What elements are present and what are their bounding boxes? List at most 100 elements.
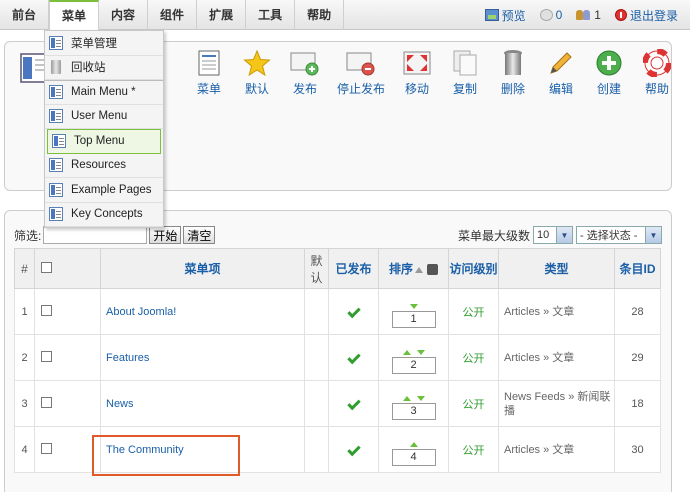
help-button[interactable]: 帮助 (633, 48, 681, 97)
select-all-checkbox[interactable] (41, 261, 52, 273)
dropdown-item-main-menu[interactable]: Main Menu * (45, 80, 163, 105)
users-link[interactable]: 1 (576, 8, 601, 22)
row-title-link[interactable]: Features (100, 334, 305, 381)
move-button[interactable]: 移动 (393, 48, 441, 97)
row-access[interactable]: 公开 (448, 334, 499, 381)
dropdown-item-resources[interactable]: Resources (45, 154, 163, 178)
sort-asc-icon (415, 266, 423, 273)
col-type[interactable]: 类型 (498, 248, 615, 289)
dropdown-item-label: Key Concepts (71, 208, 143, 221)
menu-menus[interactable]: 菜单 (49, 0, 100, 30)
row-number: 3 (14, 380, 35, 427)
pencil-icon (550, 52, 572, 74)
row-access[interactable]: 公开 (448, 288, 499, 335)
status-area: 预览 0 1 退出登录 (484, 0, 678, 30)
order-input[interactable]: 3 (391, 403, 436, 420)
table-row: 1 About Joomla! 1 公开 Articles » 文章 28 (14, 288, 661, 335)
delete-label: 删除 (500, 82, 525, 96)
dropdown-item-trash[interactable]: 回收站 (45, 56, 163, 80)
dropdown-item-example-pages[interactable]: Example Pages (45, 178, 163, 203)
col-published[interactable]: 已发布 (328, 248, 379, 289)
edit-label: 编辑 (548, 82, 573, 96)
col-default[interactable]: 默认 (304, 248, 329, 289)
dropdown-item-user-menu[interactable]: User Menu (45, 105, 163, 129)
col-access[interactable]: 访问级别 (448, 248, 499, 289)
menus-button[interactable]: 菜单 (185, 48, 233, 97)
publish-button[interactable]: 发布 (281, 48, 329, 97)
right-filters: 菜单最大级数 10 ▼ - 选择状态 - ▼ (458, 226, 662, 244)
row-title-link[interactable]: News (100, 380, 305, 427)
row-checkbox[interactable] (41, 350, 52, 362)
save-order-icon[interactable] (427, 264, 438, 276)
order-down-icon[interactable] (416, 396, 425, 401)
order-up-icon[interactable] (402, 396, 411, 401)
order-down-icon[interactable] (416, 350, 425, 355)
state-select[interactable]: - 选择状态 - ▼ (576, 226, 662, 244)
row-checkbox[interactable] (41, 442, 52, 454)
row-select-cell (34, 380, 101, 427)
order-input[interactable]: 4 (391, 449, 436, 466)
row-published-cell[interactable] (328, 380, 379, 427)
star-icon (243, 49, 271, 77)
row-default-cell (304, 288, 329, 335)
row-order-cell: 3 (378, 380, 449, 427)
order-up-icon[interactable] (402, 350, 411, 355)
row-checkbox[interactable] (41, 396, 52, 408)
row-default-cell (304, 334, 329, 381)
table-row: 3 News 3 公开 News Feeds » 新闻联播 18 (14, 380, 661, 427)
row-id: 29 (614, 334, 661, 381)
max-levels-select[interactable]: 10 ▼ (533, 226, 573, 244)
trash-icon (51, 60, 61, 75)
order-up-icon[interactable] (409, 442, 418, 447)
dropdown-item-key-concepts[interactable]: Key Concepts (45, 203, 163, 227)
row-published-cell[interactable] (328, 288, 379, 335)
filter-label: 筛选: (14, 228, 42, 243)
logout-link[interactable]: 退出登录 (614, 7, 678, 24)
row-id: 18 (614, 380, 661, 427)
row-title-link[interactable]: About Joomla! (100, 288, 305, 335)
dropdown-item-menu-manager[interactable]: 菜单管理 (45, 31, 163, 56)
menu-tools[interactable]: 工具 (246, 0, 296, 30)
copy-button[interactable]: 复制 (441, 48, 489, 97)
messages-link[interactable]: 0 (539, 8, 562, 22)
row-number: 1 (14, 288, 35, 335)
menu-content[interactable]: 内容 (99, 0, 149, 30)
edit-button[interactable]: 编辑 (537, 48, 585, 97)
logout-icon (614, 9, 627, 21)
col-id[interactable]: 条目ID (614, 248, 661, 289)
row-number: 2 (14, 334, 35, 381)
col-order[interactable]: 排序 (378, 248, 449, 289)
help-label: 帮助 (644, 82, 669, 96)
row-title-link[interactable]: The Community (100, 426, 305, 473)
menu-components[interactable]: 组件 (148, 0, 198, 30)
row-checkbox[interactable] (41, 304, 52, 316)
order-down-icon[interactable] (409, 304, 418, 309)
row-published-cell[interactable] (328, 334, 379, 381)
new-button[interactable]: 创建 (585, 48, 633, 97)
menu-site[interactable]: 前台 (0, 0, 50, 30)
row-id: 30 (614, 426, 661, 473)
preview-link[interactable]: 预览 (484, 7, 526, 24)
order-arrows (379, 433, 448, 447)
menu-extensions[interactable]: 扩展 (197, 0, 247, 30)
menu-help[interactable]: 帮助 (295, 0, 345, 30)
delete-button[interactable]: 删除 (489, 48, 537, 97)
dropdown-item-top-menu[interactable]: Top Menu (47, 129, 161, 154)
new-label: 创建 (596, 82, 621, 96)
dropdown-item-label: 菜单管理 (71, 37, 117, 50)
default-button[interactable]: 默认 (233, 48, 281, 97)
row-access[interactable]: 公开 (448, 380, 499, 427)
go-button[interactable]: 开始 (149, 226, 182, 244)
unpublish-button[interactable]: 停止发布 (329, 48, 393, 97)
preview-label: 预览 (501, 8, 526, 23)
col-title[interactable]: 菜单项 (100, 248, 305, 289)
reset-button[interactable]: 清空 (183, 226, 216, 244)
row-access[interactable]: 公开 (448, 426, 499, 473)
row-type: News Feeds » 新闻联播 (498, 380, 615, 427)
order-input[interactable]: 1 (391, 311, 436, 328)
move-icon (403, 51, 431, 75)
row-select-cell (34, 288, 101, 335)
row-published-cell[interactable] (328, 426, 379, 473)
filter-input[interactable] (43, 226, 148, 244)
order-input[interactable]: 2 (391, 357, 436, 374)
